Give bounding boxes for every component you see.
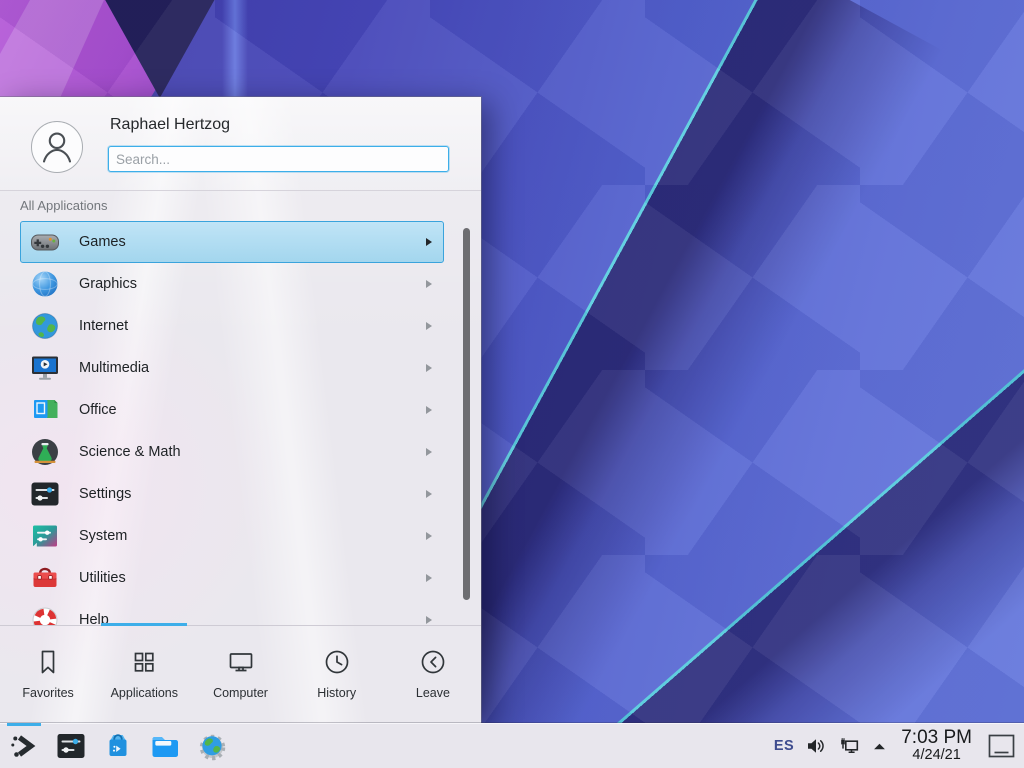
category-item-help[interactable]: Help: [20, 599, 444, 625]
launcher-tab-bar: Favorites Applications Computer History …: [0, 625, 481, 723]
clock-time: 7:03 PM: [901, 728, 972, 748]
settings-sliders-icon: [29, 478, 61, 510]
submenu-arrow-icon: [426, 532, 432, 540]
show-desktop-button[interactable]: [988, 734, 1015, 758]
tab-history[interactable]: History: [289, 626, 385, 723]
discover-bag-icon: [101, 729, 135, 763]
list-scrollbar[interactable]: [463, 228, 470, 600]
submenu-arrow-icon: [426, 238, 432, 246]
clock-date: 4/24/21: [901, 748, 972, 763]
tab-label: History: [317, 686, 356, 700]
digital-clock[interactable]: 7:03 PM 4/24/21: [901, 728, 972, 763]
taskbar-launchers: [0, 729, 229, 763]
category-label: Multimedia: [79, 360, 149, 376]
bookmark-icon: [33, 647, 63, 677]
tab-label: Computer: [213, 686, 268, 700]
gamepad-icon: [29, 226, 61, 258]
system-tray: ES 7:03 PM 4/24/21: [774, 728, 1024, 763]
multimedia-monitor-icon: [29, 352, 61, 384]
user-avatar[interactable]: [31, 121, 83, 173]
file-manager-button[interactable]: [148, 729, 182, 763]
category-item-science-math[interactable]: Science & Math: [20, 431, 444, 473]
user-name: Raphael Hertzog: [110, 116, 230, 134]
category-label: Science & Math: [79, 444, 181, 460]
tab-label: Applications: [111, 686, 178, 700]
office-documents-icon: [29, 394, 61, 426]
tab-label: Favorites: [22, 686, 73, 700]
web-browser-button[interactable]: [195, 729, 229, 763]
system-settings-button[interactable]: [54, 729, 88, 763]
folder-icon: [148, 729, 182, 763]
category-label: Settings: [79, 486, 131, 502]
taskbar-settings-icon: [54, 729, 88, 763]
computer-icon: [226, 647, 256, 677]
utilities-toolbox-icon: [29, 562, 61, 594]
submenu-arrow-icon: [426, 448, 432, 456]
grid-icon: [129, 647, 159, 677]
volume-icon[interactable]: [805, 735, 827, 757]
category-item-games[interactable]: Games: [20, 221, 444, 263]
submenu-arrow-icon: [426, 490, 432, 498]
help-lifebuoy-icon: [29, 604, 61, 625]
category-label: Graphics: [79, 276, 137, 292]
submenu-arrow-icon: [426, 322, 432, 330]
section-label: All Applications: [20, 198, 107, 213]
category-label: Internet: [79, 318, 128, 334]
submenu-arrow-icon: [426, 406, 432, 414]
tab-applications[interactable]: Applications: [96, 626, 192, 723]
tab-favorites[interactable]: Favorites: [0, 626, 96, 723]
submenu-arrow-icon: [426, 574, 432, 582]
history-clock-icon: [322, 647, 352, 677]
submenu-arrow-icon: [426, 616, 432, 624]
tab-label: Leave: [416, 686, 450, 700]
category-item-multimedia[interactable]: Multimedia: [20, 347, 444, 389]
launcher-header: Raphael Hertzog: [0, 97, 481, 191]
globe-gear-icon: [195, 729, 229, 763]
globe-icon: [29, 310, 61, 342]
discover-button[interactable]: [101, 729, 135, 763]
graphics-ball-icon: [29, 268, 61, 300]
keyboard-layout-indicator[interactable]: ES: [774, 738, 794, 754]
category-item-graphics[interactable]: Graphics: [20, 263, 444, 305]
network-icon[interactable]: [838, 735, 860, 757]
category-item-internet[interactable]: Internet: [20, 305, 444, 347]
category-item-office[interactable]: Office: [20, 389, 444, 431]
tab-leave[interactable]: Leave: [385, 626, 481, 723]
category-label: Games: [79, 234, 126, 250]
category-label: Office: [79, 402, 117, 418]
category-label: System: [79, 528, 127, 544]
kde-launcher-icon: [7, 729, 41, 763]
application-category-list: Games Graphics Internet Multimedia Offic…: [0, 221, 481, 625]
expand-tray-icon[interactable]: [871, 738, 888, 755]
app-launcher-button[interactable]: [7, 729, 41, 763]
desktop-screen: Raphael Hertzog All Applications Games G…: [0, 0, 1024, 768]
application-launcher-menu: Raphael Hertzog All Applications Games G…: [0, 97, 481, 723]
leave-icon: [418, 647, 448, 677]
category-item-system[interactable]: System: [20, 515, 444, 557]
category-item-settings[interactable]: Settings: [20, 473, 444, 515]
tab-computer[interactable]: Computer: [192, 626, 288, 723]
submenu-arrow-icon: [426, 364, 432, 372]
taskbar-panel: ES 7:03 PM 4/24/21: [0, 723, 1024, 768]
system-sliders-icon: [29, 520, 61, 552]
category-item-utilities[interactable]: Utilities: [20, 557, 444, 599]
category-label: Utilities: [79, 570, 126, 586]
search-input[interactable]: [108, 146, 449, 172]
science-flask-icon: [29, 436, 61, 468]
submenu-arrow-icon: [426, 280, 432, 288]
